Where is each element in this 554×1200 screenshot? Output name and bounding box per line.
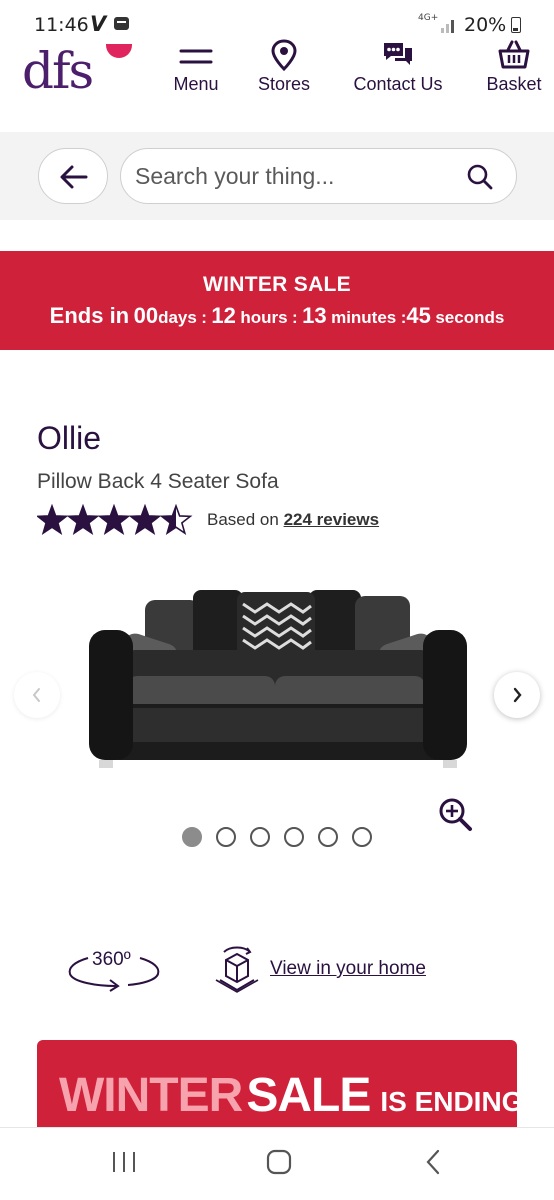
reviews-link[interactable]: 224 reviews	[284, 510, 379, 529]
system-navigation-bar	[0, 1127, 554, 1200]
search-bar	[0, 132, 554, 220]
nav-contact-us[interactable]: Contact Us	[343, 38, 453, 102]
countdown-hours-label: hours	[240, 308, 288, 327]
star-icon	[37, 504, 69, 536]
carousel-dot[interactable]	[250, 827, 270, 847]
nav-basket[interactable]: Basket	[480, 38, 548, 102]
location-pin-icon	[271, 39, 297, 72]
promo-word-winter: WINTER	[59, 1069, 243, 1122]
zoom-in-icon[interactable]	[436, 796, 476, 836]
sofa-image[interactable]	[85, 580, 471, 780]
nav-stores[interactable]: Stores	[252, 38, 316, 102]
countdown-prefix: Ends in	[49, 303, 130, 328]
countdown-days-label: days	[158, 308, 197, 327]
dfs-logo[interactable]: dfs	[22, 40, 132, 102]
network-type: 4G+	[418, 13, 439, 23]
carousel-prev-button[interactable]	[14, 672, 60, 718]
product-subtitle: Pillow Back 4 Seater Sofa	[37, 470, 279, 493]
chevron-right-icon	[513, 687, 522, 703]
product-image-carousel	[0, 560, 554, 860]
logo-text: dfs	[22, 42, 94, 100]
countdown-minutes-value: 13	[302, 303, 327, 328]
countdown-days-value: 00	[133, 303, 159, 328]
carousel-dot[interactable]	[318, 827, 338, 847]
basket-icon	[498, 40, 530, 69]
sale-countdown: Ends in 00days : 12 hours : 13 minutes :…	[0, 303, 554, 329]
product-name: Ollie	[37, 420, 102, 456]
promo-word-is-ending: IS ENDING	[380, 1086, 517, 1117]
search-icon[interactable]	[466, 163, 494, 191]
view-360-button[interactable]: 360º	[66, 946, 162, 996]
carousel-dot[interactable]	[216, 827, 236, 847]
carousel-dot[interactable]	[284, 827, 304, 847]
view-in-your-home-link[interactable]: View in your home	[270, 958, 426, 980]
recent-apps-icon[interactable]	[110, 1146, 138, 1178]
battery-percent: 20%	[464, 14, 507, 36]
countdown-hours-value: 12	[211, 303, 236, 328]
countdown-seconds-label: seconds	[435, 308, 505, 327]
message-notification-icon	[114, 17, 129, 30]
status-time: 11:46	[34, 14, 89, 36]
winter-sale-promo-banner[interactable]: WINTERSALE IS ENDING	[37, 1040, 517, 1130]
chevron-left-icon	[32, 688, 40, 702]
signal-icon	[441, 20, 454, 33]
logo-accent	[106, 44, 132, 58]
site-header: dfs Menu Stores Contact Us Basket	[0, 36, 554, 132]
sale-title: WINTER SALE	[203, 273, 351, 296]
star-rating[interactable]	[37, 504, 197, 536]
view-360-label: 360º	[92, 949, 131, 970]
nav-stores-label: Stores	[257, 74, 311, 94]
promo-text: WINTERSALE IS ENDING	[59, 1068, 517, 1123]
star-icon	[97, 504, 131, 536]
arrow-left-icon	[60, 165, 88, 189]
reviews-summary: Based on 224 reviews	[207, 510, 379, 530]
back-button[interactable]	[38, 148, 108, 204]
reviews-prefix: Based on	[207, 510, 279, 529]
battery-icon	[511, 17, 521, 33]
search-input[interactable]	[135, 161, 455, 191]
carousel-next-button[interactable]	[494, 672, 540, 718]
star-icon	[128, 504, 162, 536]
nav-menu[interactable]: Menu	[168, 38, 224, 102]
countdown-seconds-value: 45	[406, 303, 431, 328]
promo-word-sale: SALE	[246, 1069, 371, 1122]
carousel-dot[interactable]	[182, 827, 202, 847]
countdown-separator: :	[201, 308, 207, 327]
star-icon	[159, 504, 193, 536]
menu-icon	[179, 49, 213, 64]
nav-basket-label: Basket	[486, 74, 542, 94]
ar-cube-icon[interactable]	[214, 944, 260, 994]
back-nav-icon[interactable]	[420, 1146, 448, 1178]
chat-icon	[384, 43, 412, 65]
search-box[interactable]	[120, 148, 517, 204]
carrier-icon: V	[90, 12, 107, 36]
star-icon	[66, 504, 100, 536]
nav-menu-label: Menu	[173, 74, 219, 94]
sale-countdown-banner[interactable]: WINTER SALE Ends in 00days : 12 hours : …	[0, 251, 554, 350]
countdown-separator: :	[292, 308, 298, 327]
nav-contact-us-label: Contact Us	[353, 74, 443, 94]
home-icon[interactable]	[264, 1146, 294, 1178]
countdown-minutes-label: minutes	[331, 308, 397, 327]
carousel-dot[interactable]	[352, 827, 372, 847]
